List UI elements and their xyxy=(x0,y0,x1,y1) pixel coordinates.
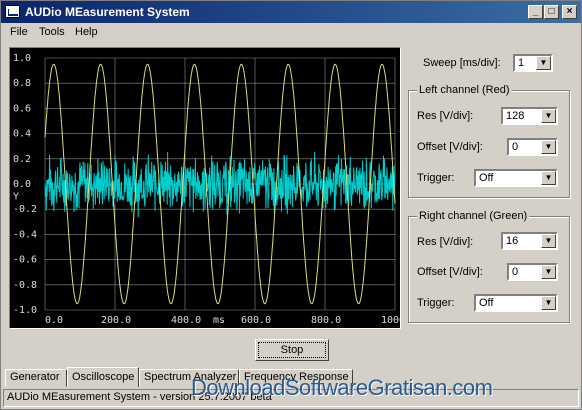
app-window: AUDio MEasurement System _ □ × File Tool… xyxy=(0,0,582,410)
x-tick-label: 600.0 xyxy=(241,315,271,326)
left-res-label: Res [V/div]: xyxy=(417,110,474,122)
y-tick-label: 0.2 xyxy=(13,154,31,165)
tab-generator[interactable]: Generator xyxy=(5,369,67,387)
chevron-down-icon[interactable]: ▼ xyxy=(541,140,556,154)
oscilloscope-display: 1.0 0.8 0.6 0.4 0.2 0.0 -0.2 -0.4 -0.6 -0.8 -1.0 0.… xyxy=(9,47,401,329)
sweep-select[interactable]: 1 ▼ xyxy=(513,54,553,72)
x-tick-label: 1000.0 xyxy=(381,315,400,326)
close-button[interactable]: × xyxy=(562,5,577,19)
sweep-label: Sweep [ms/div]: xyxy=(423,57,501,69)
chevron-down-icon[interactable]: ▼ xyxy=(536,56,551,70)
x-tick-label: 400.0 xyxy=(171,315,201,326)
right-channel-title: Right channel (Green) xyxy=(417,210,530,222)
scope-chart: 1.0 0.8 0.6 0.4 0.2 0.0 -0.2 -0.4 -0.6 -0.8 -1.0 0.… xyxy=(13,53,400,326)
menu-help[interactable]: Help xyxy=(75,26,98,38)
y-tick-label: 1.0 xyxy=(13,53,31,64)
left-res-value: 128 xyxy=(506,110,525,122)
minimize-button[interactable]: _ xyxy=(528,5,543,19)
tab-oscilloscope[interactable]: Oscilloscope xyxy=(67,367,139,387)
y-axis-label: Y xyxy=(13,192,19,203)
x-tick-label: 200.0 xyxy=(101,315,131,326)
right-res-label: Res [V/div]: xyxy=(417,236,474,248)
chevron-down-icon[interactable]: ▼ xyxy=(541,234,556,248)
window-title: AUDio MEasurement System xyxy=(25,5,190,19)
x-unit-label: ms xyxy=(213,315,225,326)
chevron-down-icon[interactable]: ▼ xyxy=(541,171,556,185)
left-offset-select[interactable]: 0 ▼ xyxy=(507,138,558,156)
chevron-down-icon[interactable]: ▼ xyxy=(541,265,556,279)
right-offset-value: 0 xyxy=(512,266,519,278)
y-tick-label: -0.8 xyxy=(13,280,37,291)
left-offset-value: 0 xyxy=(512,141,519,153)
y-tick-label: 0.8 xyxy=(13,78,31,89)
y-tick-label: -0.6 xyxy=(13,255,37,266)
right-res-select[interactable]: 16 ▼ xyxy=(501,232,558,250)
y-tick-label: -1.0 xyxy=(13,305,37,316)
x-tick-label: 800.0 xyxy=(311,315,341,326)
right-trigger-value: Off xyxy=(479,297,494,309)
right-res-value: 16 xyxy=(506,235,519,247)
right-offset-label: Offset [V/div]: xyxy=(417,266,483,278)
right-offset-select[interactable]: 0 ▼ xyxy=(507,263,558,281)
chevron-down-icon[interactable]: ▼ xyxy=(541,296,556,310)
title-bar[interactable]: AUDio MEasurement System _ □ × xyxy=(1,1,581,23)
watermark: DownloadSoftwareGratisan.com xyxy=(191,375,493,400)
left-channel-trace xyxy=(44,151,396,218)
left-res-select[interactable]: 128 ▼ xyxy=(501,107,558,125)
menu-file[interactable]: File xyxy=(10,26,28,38)
y-tick-label: -0.4 xyxy=(13,229,37,240)
left-trigger-value: Off xyxy=(479,172,494,184)
left-offset-label: Offset [V/div]: xyxy=(417,141,483,153)
maximize-button[interactable]: □ xyxy=(544,5,559,19)
y-tick-label: 0.0 xyxy=(13,179,31,190)
y-tick-label: -0.2 xyxy=(13,204,37,215)
y-tick-label: 0.4 xyxy=(13,129,31,140)
chevron-down-icon[interactable]: ▼ xyxy=(541,109,556,123)
x-tick-label: 0.0 xyxy=(45,315,63,326)
left-trigger-label: Trigger: xyxy=(417,172,455,184)
menu-bar: File Tools Help xyxy=(1,23,581,43)
sweep-value: 1 xyxy=(518,57,525,69)
menu-tools[interactable]: Tools xyxy=(39,26,65,38)
stop-button[interactable]: Stop xyxy=(255,339,329,361)
app-icon[interactable] xyxy=(5,5,20,18)
y-tick-label: 0.6 xyxy=(13,103,31,114)
right-trigger-select[interactable]: Off ▼ xyxy=(474,294,558,312)
left-channel-title: Left channel (Red) xyxy=(417,84,512,96)
left-trigger-select[interactable]: Off ▼ xyxy=(474,169,558,187)
right-trigger-label: Trigger: xyxy=(417,297,455,309)
